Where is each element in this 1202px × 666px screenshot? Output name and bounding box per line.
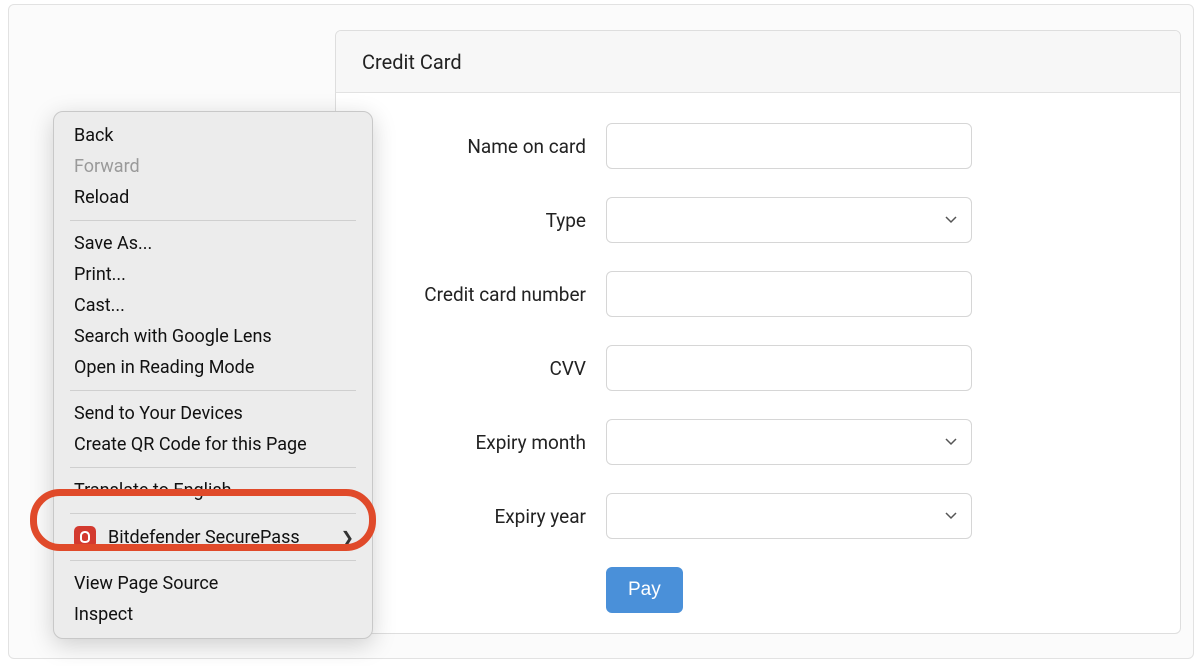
menu-item-reading-mode[interactable]: Open in Reading Mode <box>54 352 372 383</box>
menu-item-translate[interactable]: Translate to English <box>54 475 372 506</box>
chevron-right-icon: ❯ <box>341 528 354 547</box>
pay-button[interactable]: Pay <box>606 567 683 613</box>
menu-item-forward: Forward <box>54 151 372 182</box>
menu-label: Print... <box>74 264 126 285</box>
menu-label: Open in Reading Mode <box>74 357 254 378</box>
panel-header: Credit Card <box>336 31 1180 93</box>
select-card-type[interactable] <box>606 197 972 243</box>
label-name-on-card: Name on card <box>376 135 606 158</box>
row-expiry-month: Expiry month <box>376 419 1140 465</box>
menu-item-create-qr[interactable]: Create QR Code for this Page <box>54 429 372 460</box>
row-expiry-year: Expiry year <box>376 493 1140 539</box>
menu-separator <box>70 513 356 514</box>
credit-card-panel: Credit Card Name on card Type Credit car… <box>335 30 1181 634</box>
menu-separator <box>70 560 356 561</box>
page-frame: Credit Card Name on card Type Credit car… <box>8 4 1194 659</box>
menu-label: Create QR Code for this Page <box>74 434 307 455</box>
menu-label: Back <box>74 125 114 146</box>
menu-separator <box>70 220 356 221</box>
row-submit: Pay <box>606 567 1140 613</box>
menu-item-save-as[interactable]: Save As... <box>54 228 372 259</box>
menu-separator <box>70 467 356 468</box>
menu-label: Send to Your Devices <box>74 403 243 424</box>
select-expiry-month[interactable] <box>606 419 972 465</box>
menu-item-inspect[interactable]: Inspect <box>54 599 372 630</box>
menu-item-print[interactable]: Print... <box>54 259 372 290</box>
row-card-type: Type <box>376 197 1140 243</box>
browser-context-menu: Back Forward Reload Save As... Print... … <box>53 111 373 639</box>
label-expiry-month: Expiry month <box>376 431 606 454</box>
menu-label: Save As... <box>74 233 152 254</box>
menu-label: Forward <box>74 156 140 177</box>
row-name-on-card: Name on card <box>376 123 1140 169</box>
label-card-type: Type <box>376 209 606 232</box>
menu-label: Translate to English <box>74 480 232 501</box>
panel-title: Credit Card <box>362 50 462 74</box>
credit-card-form: Name on card Type Credit card number CVV… <box>336 93 1180 634</box>
menu-label: Search with Google Lens <box>74 326 272 347</box>
label-cvv: CVV <box>376 357 606 380</box>
menu-item-reload[interactable]: Reload <box>54 182 372 213</box>
row-cvv: CVV <box>376 345 1140 391</box>
menu-label: Inspect <box>74 604 133 625</box>
menu-item-view-source[interactable]: View Page Source <box>54 568 372 599</box>
input-cvv[interactable] <box>606 345 972 391</box>
input-name-on-card[interactable] <box>606 123 972 169</box>
menu-item-back[interactable]: Back <box>54 120 372 151</box>
menu-item-cast[interactable]: Cast... <box>54 290 372 321</box>
menu-item-send-devices[interactable]: Send to Your Devices <box>54 398 372 429</box>
select-expiry-year[interactable] <box>606 493 972 539</box>
menu-item-bitdefender-securepass[interactable]: Bitdefender SecurePass ❯ <box>54 521 372 553</box>
menu-item-search-lens[interactable]: Search with Google Lens <box>54 321 372 352</box>
menu-separator <box>70 390 356 391</box>
menu-label: View Page Source <box>74 573 218 594</box>
menu-label: Reload <box>74 187 129 208</box>
label-expiry-year: Expiry year <box>376 505 606 528</box>
menu-label: Bitdefender SecurePass <box>108 527 300 548</box>
menu-label: Cast... <box>74 295 125 316</box>
label-card-number: Credit card number <box>376 283 606 306</box>
input-card-number[interactable] <box>606 271 972 317</box>
securepass-icon <box>74 526 96 548</box>
row-card-number: Credit card number <box>376 271 1140 317</box>
